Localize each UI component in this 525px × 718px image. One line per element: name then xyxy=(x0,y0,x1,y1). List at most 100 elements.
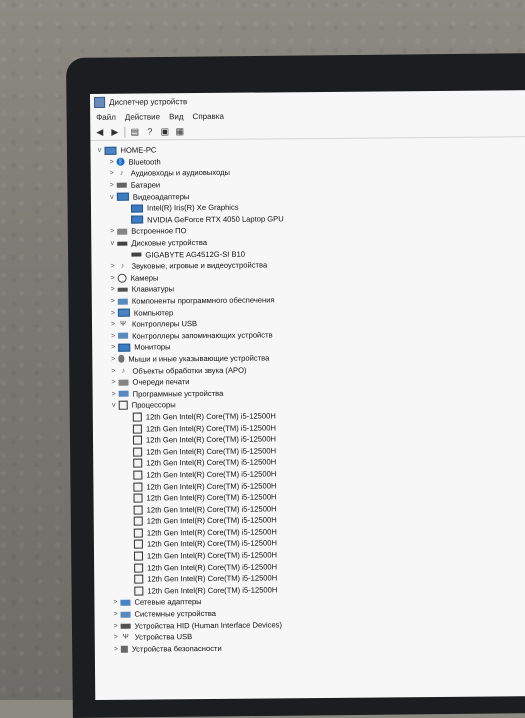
chevron-right-icon[interactable]: > xyxy=(108,367,118,374)
scan-hardware-icon[interactable]: ▦ xyxy=(174,126,185,137)
security-device-icon xyxy=(121,646,128,653)
chevron-right-icon[interactable]: > xyxy=(110,599,120,606)
processor-icon xyxy=(134,552,143,561)
tree-item-label: Контроллеры USB xyxy=(132,319,197,329)
tree-item-label: NVIDIA GeForce RTX 4050 Laptop GPU xyxy=(147,214,284,224)
tree-item-label: Батареи xyxy=(131,180,160,189)
tree-item-label: Устройства USB xyxy=(135,632,193,642)
disk-drive-icon xyxy=(117,241,127,245)
processor-icon xyxy=(134,505,143,514)
tree-item-label: 12th Gen Intel(R) Core(TM) i5-12500H xyxy=(146,492,276,502)
speaker-icon: ♪ xyxy=(118,367,128,375)
processor-icon xyxy=(133,470,142,479)
device-manager-window: Диспетчер устройств Файл Действие Вид Сп… xyxy=(90,90,525,700)
tree-item-label: 12th Gen Intel(R) Core(TM) i5-12500H xyxy=(147,516,277,526)
tree-item-label: Системные устройства xyxy=(135,609,217,619)
tree-item-label: 12th Gen Intel(R) Core(TM) i5-12500H xyxy=(147,585,277,595)
tree-item-label: Процессоры xyxy=(132,401,176,410)
hid-icon xyxy=(121,623,131,628)
chevron-down-icon[interactable]: v xyxy=(107,193,117,200)
chevron-right-icon[interactable]: > xyxy=(109,391,119,398)
usb-icon: Ψ xyxy=(121,633,131,641)
tree-item-label: Контроллеры запоминающих устройств xyxy=(132,330,273,340)
window-title: Диспетчер устройств xyxy=(109,97,187,107)
tree-item-label: GIGABYTE AG4512G-SI B10 xyxy=(145,249,245,259)
tree-item-label: 12th Gen Intel(R) Core(TM) i5-12500H xyxy=(147,562,277,572)
chevron-right-icon[interactable]: > xyxy=(111,646,121,653)
chevron-down-icon[interactable]: v xyxy=(107,240,117,247)
help-icon[interactable]: ? xyxy=(144,126,155,137)
chevron-right-icon[interactable]: > xyxy=(108,309,118,316)
tree-item-label: Встроенное ПО xyxy=(131,227,186,236)
processor-icon xyxy=(134,586,143,595)
chevron-right-icon[interactable]: > xyxy=(111,622,121,629)
chevron-right-icon[interactable]: > xyxy=(107,228,117,235)
processor-icon xyxy=(133,436,142,445)
tree-item-label: Компьютер xyxy=(134,308,173,317)
processor-icon xyxy=(133,447,142,456)
device-icon xyxy=(119,391,129,397)
device-icon xyxy=(121,611,131,617)
menu-view[interactable]: Вид xyxy=(169,112,184,121)
properties-icon[interactable]: ▤ xyxy=(129,126,140,137)
chevron-right-icon[interactable]: > xyxy=(108,333,118,340)
tree-item-label: 12th Gen Intel(R) Core(TM) i5-12500H xyxy=(147,550,277,560)
camera-icon xyxy=(118,274,127,283)
chevron-right-icon[interactable]: > xyxy=(108,286,118,293)
tree-item-label: Устройства безопасности xyxy=(132,644,222,654)
tree-item-label: Звуковые, игровые и видеоустройства xyxy=(131,261,267,271)
chevron-right-icon[interactable]: > xyxy=(108,298,118,305)
processor-icon xyxy=(134,575,143,584)
chevron-down-icon[interactable]: v xyxy=(94,147,104,154)
chevron-right-icon[interactable]: > xyxy=(111,611,121,618)
display-adapter-icon xyxy=(118,344,130,352)
arrow-left-icon[interactable]: ◀ xyxy=(94,126,105,137)
processor-icon xyxy=(133,482,142,491)
tree-item-label: 12th Gen Intel(R) Core(TM) i5-12500H xyxy=(146,435,276,445)
device-icon xyxy=(118,333,128,339)
menu-action[interactable]: Действие xyxy=(125,112,160,121)
chevron-right-icon[interactable]: > xyxy=(108,344,118,351)
menu-help[interactable]: Справка xyxy=(192,111,223,120)
tree-item-label: 12th Gen Intel(R) Core(TM) i5-12500H xyxy=(147,527,277,537)
speaker-icon: ♪ xyxy=(117,262,127,270)
chevron-right-icon[interactable]: > xyxy=(107,159,117,166)
chevron-right-icon[interactable]: > xyxy=(107,170,117,177)
chevron-right-icon[interactable]: > xyxy=(108,321,118,328)
tree-root-label: HOME-PC xyxy=(120,146,156,155)
chevron-right-icon[interactable]: > xyxy=(107,263,117,270)
processor-icon xyxy=(133,413,142,422)
tree-item-label: Сетевые адаптеры xyxy=(134,597,201,607)
tree-item-label: Мыши и иные указывающие устройства xyxy=(128,353,269,363)
chevron-right-icon[interactable]: > xyxy=(108,275,118,282)
speaker-icon: ♪ xyxy=(117,170,127,178)
menu-file[interactable]: Файл xyxy=(96,112,116,121)
tree-item-label: Очереди печати xyxy=(132,377,189,386)
tree-category[interactable]: > Устройства безопасности xyxy=(99,640,525,655)
tree-item-label: 12th Gen Intel(R) Core(TM) i5-12500H xyxy=(146,458,276,468)
network-adapter-icon xyxy=(120,600,130,606)
chevron-down-icon[interactable]: v xyxy=(109,402,119,409)
chevron-right-icon[interactable]: > xyxy=(108,379,118,386)
processor-icon xyxy=(133,424,142,433)
chevron-right-icon[interactable]: > xyxy=(107,182,117,189)
update-driver-icon[interactable]: ▣ xyxy=(159,126,170,137)
chevron-right-icon[interactable]: > xyxy=(108,356,118,363)
processor-icon xyxy=(134,540,143,549)
disk-drive-icon xyxy=(131,253,141,257)
arrow-right-icon[interactable]: ▶ xyxy=(109,126,120,137)
tree-item-label: 12th Gen Intel(R) Core(TM) i5-12500H xyxy=(147,574,277,584)
chevron-right-icon[interactable]: > xyxy=(111,634,121,641)
device-tree: v HOME-PC >ᛒBluetooth>♪Аудиовходы и ауди… xyxy=(90,137,525,655)
mouse-icon xyxy=(118,355,124,363)
tree-item-label: 12th Gen Intel(R) Core(TM) i5-12500H xyxy=(146,423,276,433)
tree-item-label: 12th Gen Intel(R) Core(TM) i5-12500H xyxy=(146,481,276,491)
tree-item-label: Программные устройства xyxy=(133,389,224,399)
display-adapter-icon xyxy=(131,204,143,212)
tree-item-label: Клавиатуры xyxy=(132,285,174,294)
processor-icon xyxy=(134,517,143,526)
tree-item-label: Мониторы xyxy=(134,343,170,352)
display-adapter-icon xyxy=(131,216,143,224)
computer-icon xyxy=(104,147,116,155)
processor-icon xyxy=(134,563,143,572)
